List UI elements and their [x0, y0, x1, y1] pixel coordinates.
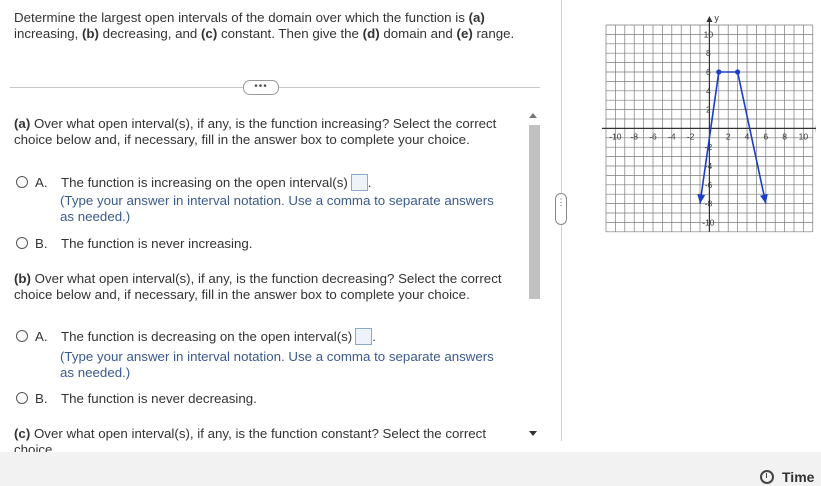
- radio-b-never-increasing[interactable]: [16, 237, 28, 249]
- y-tick-label: 8: [706, 48, 711, 58]
- answer-box-increasing[interactable]: [350, 174, 368, 191]
- choice-a-increasing[interactable]: A. The function is increasing on the ope…: [16, 174, 372, 192]
- prompt-bold-d: (d): [362, 26, 380, 41]
- x-tick-label: -4: [668, 131, 676, 141]
- y-tick-label: -10: [702, 217, 715, 227]
- y-axis-arrow: [706, 16, 713, 22]
- choice-text: The function is increasing on the open i…: [61, 174, 372, 191]
- prompt-bold-a: (a): [468, 10, 485, 25]
- question-b-label: (b): [14, 271, 31, 286]
- timer-label: Time: [782, 469, 815, 485]
- x-tick-label: 10: [799, 131, 809, 141]
- choice-text-label: The function is increasing on the open i…: [61, 175, 348, 191]
- scrollbar-thumb[interactable]: [529, 125, 540, 299]
- scroll-up-arrow[interactable]: [529, 113, 537, 118]
- prompt-text-6: range.: [472, 26, 515, 41]
- y-tick-label: 6: [706, 67, 711, 77]
- x-tick-label: -2: [687, 131, 695, 141]
- bottom-bar: [0, 452, 821, 486]
- y-tick-label: -8: [705, 199, 713, 209]
- pane-resize-handle[interactable]: ⋮: [555, 193, 567, 225]
- choice-text-label: The function is decreasing on the open i…: [61, 329, 353, 345]
- hint-increasing: (Type your answer in interval notation. …: [60, 193, 494, 224]
- curve-point: [716, 69, 722, 75]
- question-c-label: (c): [14, 426, 31, 441]
- hint-decreasing: (Type your answer in interval notation. …: [60, 349, 494, 380]
- y-axis-label: y: [714, 15, 719, 23]
- y-tick-label: -6: [705, 180, 713, 190]
- x-tick-label: 4: [745, 131, 750, 141]
- question-a: (a) Over what open interval(s), if any, …: [14, 116, 519, 148]
- prompt-text-3: decreasing, and: [98, 26, 201, 41]
- clock-icon: [760, 470, 774, 484]
- prompt-text-4: constant. Then give the: [217, 26, 363, 41]
- question-a-text: Over what open interval(s), if any, is t…: [14, 116, 497, 147]
- choice-a-decreasing[interactable]: A. The function is decreasing on the ope…: [16, 328, 376, 346]
- choice-b-never-decreasing[interactable]: B. The function is never decreasing.: [16, 391, 257, 406]
- function-graph: -10-8-6-4-2246810108642-2-4-6-8-10 x y: [602, 15, 816, 233]
- problem-prompt: Determine the largest open intervals of …: [14, 10, 524, 42]
- prompt-text-2: increasing,: [14, 26, 82, 41]
- prompt-text-1: Determine the largest open intervals of …: [14, 10, 469, 25]
- answer-box-decreasing[interactable]: [355, 328, 373, 345]
- question-b-text: Over what open interval(s), if any, is t…: [14, 271, 502, 302]
- curve-right-arrow: [760, 193, 768, 204]
- x-tick-label: -10: [609, 131, 622, 141]
- choice-text: The function is never increasing.: [61, 236, 253, 251]
- y-tick-label: 4: [706, 86, 711, 96]
- choice-text: The function is never decreasing.: [61, 391, 257, 406]
- scroll-down-arrow[interactable]: [529, 431, 537, 436]
- x-tick-label: -6: [649, 131, 657, 141]
- radio-b-never-decreasing[interactable]: [16, 392, 28, 404]
- choice-letter: B.: [35, 391, 48, 406]
- radio-a-increasing[interactable]: [16, 176, 28, 188]
- y-tick-label: 10: [704, 29, 714, 39]
- choice-letter: B.: [35, 236, 48, 251]
- timer[interactable]: Time: [760, 469, 814, 485]
- curve-point: [735, 69, 741, 75]
- x-tick-label: 8: [782, 131, 787, 141]
- expand-button[interactable]: •••: [243, 80, 279, 95]
- x-tick-label: 6: [763, 131, 768, 141]
- prompt-bold-c: (c): [201, 26, 218, 41]
- choice-text: The function is decreasing on the open i…: [61, 328, 376, 345]
- prompt-bold-e: (e): [456, 26, 473, 41]
- y-tick-label: 2: [706, 105, 711, 115]
- prompt-bold-b: (b): [82, 26, 99, 41]
- x-tick-label: 2: [726, 131, 731, 141]
- x-tick-label: -8: [630, 131, 638, 141]
- choice-letter: A.: [35, 175, 48, 190]
- choice-b-never-increasing[interactable]: B. The function is never increasing.: [16, 236, 252, 251]
- choice-letter: A.: [35, 329, 48, 344]
- prompt-text-5: domain and: [379, 26, 457, 41]
- question-a-label: (a): [14, 116, 31, 131]
- question-b: (b) Over what open interval(s), if any, …: [14, 271, 519, 303]
- radio-a-decreasing[interactable]: [16, 330, 28, 342]
